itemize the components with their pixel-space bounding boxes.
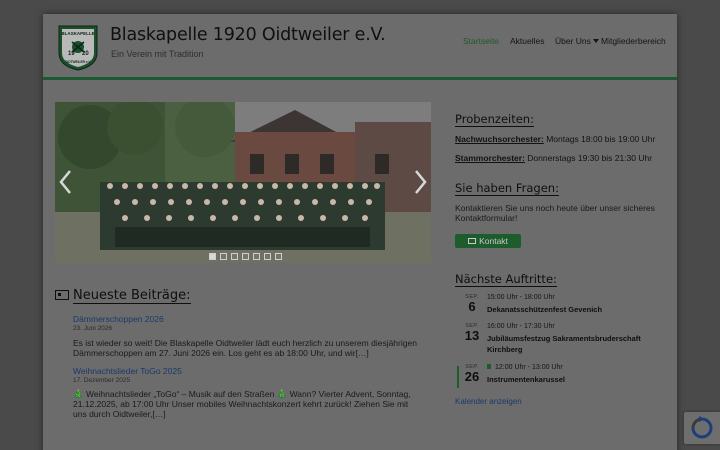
logo-year-left: 19 [68,51,75,57]
post-excerpt: 🎄 Weihnachtslieder „ToGo“ – Musik auf de… [73,389,411,419]
probenzeit-label: Nachwuchsorchester: [455,134,544,144]
contact-button-label: Kontakt [479,236,508,246]
post-date: 17. Dezember 2025 [73,377,131,384]
fragen-text: Kontaktieren Sie uns noch heute über uns… [455,203,655,223]
chevron-left-icon [59,170,71,194]
event-name[interactable]: Dekanatsschützenfest Gevenich [487,304,602,315]
event-day: 26 [464,369,480,384]
slider-dot[interactable] [275,253,282,260]
probenzeit-value: Donnerstags 19:30 bis 21:30 Uhr [527,153,653,163]
event-name[interactable]: Instrumentenkarussel [487,374,565,385]
envelope-icon [468,238,477,244]
club-logo[interactable]: BLASKAPELLE 19 20 OIDTWEILER e.V. [56,23,100,71]
page-container: BLASKAPELLE 19 20 OIDTWEILER e.V. Blaska… [43,14,677,450]
slider-dot[interactable] [253,253,260,260]
event-time-label: 12:00 Uhr - 13:00 Uhr [495,364,563,371]
caret-down-icon [592,39,599,43]
site-header: BLASKAPELLE 19 20 OIDTWEILER e.V. Blaska… [43,14,677,80]
probenzeiten-heading: Probenzeiten: [455,112,534,127]
news-heading: Neueste Beiträge: [55,288,191,304]
event-time: 12:00 Uhr - 13:00 Uhr [487,364,563,371]
recaptcha-badge[interactable] [684,412,720,444]
nav-item-ueber-uns-label: Über Uns [555,36,591,46]
image-slider [55,102,431,263]
probenzeit-label: Stammorchester: [455,153,525,163]
event-day: 6 [468,299,476,314]
recaptcha-icon [691,416,713,439]
event-date: SEP. 26 [455,364,489,384]
probenzeit-row: Nachwuchsorchester: Montags 18:00 bis 19… [455,134,655,144]
slider-dots [209,247,286,260]
slider-dot[interactable] [264,253,271,260]
slider-dot[interactable] [231,253,238,260]
post-title-link[interactable]: Dämmerschoppen 2026 [73,314,164,324]
logo-year-right: 20 [82,51,89,57]
calendar-link[interactable]: Kalender anzeigen [455,397,522,406]
slider-dot[interactable] [242,253,249,260]
post-excerpt: Es ist wieder so weit! Die Blaskapelle O… [73,338,417,358]
chevron-right-icon [415,170,427,194]
flag-icon [487,364,491,369]
slider-dot[interactable] [220,253,227,260]
slider-dot[interactable] [209,253,216,260]
auftritte-heading: Nächste Auftritte: [455,272,557,287]
nav-item-mitgliederbereich[interactable]: Mitgliederbereich [601,36,666,46]
event-date: SEP. 6 [455,294,489,314]
post-date: 23. Juni 2026 [73,325,113,332]
news-heading-label: Neueste Beiträge: [73,288,191,304]
contact-button[interactable]: Kontakt [455,234,521,248]
slider-prev-button[interactable] [57,168,75,196]
nav-item-startseite[interactable]: Startseite [463,36,499,46]
logo-text-bottom: OIDTWEILER e.V. [65,60,92,64]
site-title[interactable]: Blaskapelle 1920 Oidtweiler e.V. [110,25,386,45]
logo-text-top: BLASKAPELLE [61,31,94,36]
slider-next-button[interactable] [411,168,429,196]
event-day: 13 [464,328,480,343]
event-name[interactable]: Jubiläumsfestzug Sakramentsbruderschaft … [487,333,667,355]
probenzeit-row: Stammorchester: Donnerstags 19:30 bis 21… [455,153,652,163]
nav-item-aktuelles[interactable]: Aktuelles [510,36,545,46]
event-time: 15:00 Uhr - 18:00 Uhr [487,294,555,301]
site-tagline: Ein Verein mit Tradition [111,49,204,59]
probenzeit-value: Montags 18:00 bis 19:00 Uhr [546,134,656,144]
event-time: 16:00 Uhr - 17:30 Uhr [487,323,555,330]
slide-image [55,102,431,263]
fragen-heading: Sie haben Fragen: [455,181,559,196]
post-title-link[interactable]: Weihnachtslieder ToGo 2025 [73,366,182,376]
event-date: SEP. 13 [455,323,489,343]
nav-item-ueber-uns[interactable]: Über Uns [555,36,599,46]
newspaper-icon [55,290,69,300]
